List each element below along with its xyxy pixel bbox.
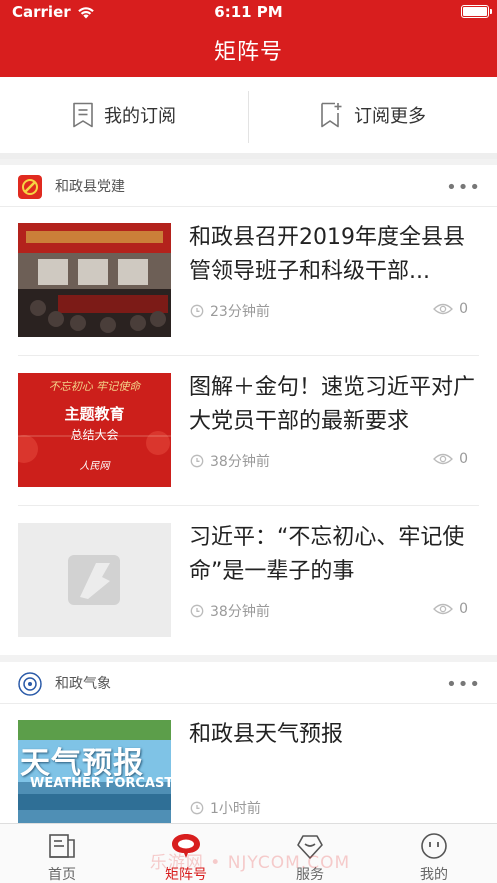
- tab-services[interactable]: 服务: [248, 824, 372, 883]
- section-more-button[interactable]: •••: [446, 177, 481, 198]
- article-meta: 1小时前: [190, 798, 478, 818]
- subscribe-more-button[interactable]: 订阅更多: [249, 77, 497, 153]
- article-time-text: 23分钟前: [210, 304, 270, 320]
- article-time-text: 38分钟前: [210, 454, 270, 470]
- subscribe-more-label: 订阅更多: [354, 106, 426, 127]
- article-meta: 38分钟前 0: [190, 451, 478, 471]
- article-item[interactable]: 天气预报 WEATHER FORCAST 和政县天气预报 1小时前: [0, 703, 497, 823]
- thumb-slogan: 不忘初心 牢记使命: [48, 380, 141, 393]
- tab-label: 首页: [48, 867, 76, 883]
- article-title: 图解＋金句！速览习近平对广大党员干部的最新要求: [189, 375, 476, 434]
- section-party-building: 和政县党建 ••• 和政县召开2019年度全县县管领导班子和科级干部... 23…: [0, 165, 497, 655]
- article-time-text: 1小时前: [210, 801, 261, 817]
- clock-icon: [190, 604, 204, 618]
- home-news-icon: [49, 834, 75, 858]
- article-item[interactable]: 不忘初心 牢记使命 主题教育 总结大会 人民网 图解＋金句！速览习近平对广大党员…: [0, 356, 497, 506]
- clock-icon: [190, 454, 204, 468]
- article-views-count: 0: [459, 601, 468, 617]
- section-name: 和政县党建: [55, 179, 125, 195]
- tab-label: 服务: [296, 867, 324, 883]
- article-meta: 38分钟前 0: [190, 601, 478, 621]
- battery-icon: [461, 5, 492, 18]
- tab-home[interactable]: 首页: [0, 824, 124, 883]
- article-thumbnail: 不忘初心 牢记使命 主题教育 总结大会 人民网: [18, 373, 171, 487]
- section-more-button[interactable]: •••: [446, 674, 481, 695]
- article-item[interactable]: 和政县召开2019年度全县县管领导班子和科级干部... 23分钟前 0: [0, 206, 497, 356]
- article-thumbnail: [18, 223, 171, 337]
- article-title: 和政县天气预报: [189, 722, 344, 747]
- article-item[interactable]: 习近平：“不忘初心、牢记使命”是一辈子的事 38分钟前 0: [0, 506, 497, 656]
- thumb-subtitle: 总结大会: [70, 428, 119, 442]
- eye-icon: [433, 453, 453, 465]
- article-title: 和政县召开2019年度全县县管领导班子和科级干部...: [189, 225, 465, 284]
- article-thumbnail-placeholder: [18, 523, 171, 637]
- weather-bureau-icon: [18, 672, 42, 696]
- my-subscriptions-label: 我的订阅: [104, 106, 176, 127]
- article-views: 0: [433, 451, 468, 467]
- article-views-count: 0: [459, 451, 468, 467]
- eye-icon: [433, 603, 453, 615]
- eye-icon: [433, 303, 453, 315]
- tab-bar: 首页 矩阵号 服务 我的: [0, 823, 497, 883]
- article-time-text: 38分钟前: [210, 604, 270, 620]
- article-views: 0: [433, 301, 468, 317]
- app-header: Carrier 6:11 PM 矩阵号: [0, 0, 497, 77]
- article-thumbnail: 天气预报 WEATHER FORCAST: [18, 720, 171, 823]
- tab-label: 我的: [420, 867, 448, 883]
- article-time: 38分钟前: [190, 601, 270, 621]
- matrix-icon: [172, 834, 200, 858]
- subscription-list-icon: [73, 102, 93, 128]
- tab-label: 矩阵号: [165, 867, 207, 883]
- party-emblem-icon: [18, 175, 42, 199]
- thumb-weather-subtitle: WEATHER FORCAST: [30, 776, 171, 791]
- subscription-bar: 我的订阅 订阅更多: [0, 77, 497, 159]
- clock-icon: [190, 801, 204, 815]
- clock-icon: [190, 304, 204, 318]
- article-time: 38分钟前: [190, 451, 270, 471]
- section-header: 和政气象 •••: [0, 662, 497, 704]
- article-time: 23分钟前: [190, 301, 270, 321]
- bookmark-add-icon: [321, 102, 342, 128]
- tab-mine[interactable]: 我的: [372, 824, 496, 883]
- tab-matrix[interactable]: 矩阵号: [124, 824, 248, 883]
- status-bar: Carrier 6:11 PM: [0, 0, 497, 24]
- article-meta: 23分钟前 0: [190, 301, 478, 321]
- section-header: 和政县党建 •••: [0, 165, 497, 207]
- thumb-theme: 主题教育: [64, 405, 125, 423]
- services-heart-icon: [297, 835, 323, 859]
- status-time: 6:11 PM: [214, 3, 283, 21]
- profile-face-icon: [421, 833, 447, 859]
- article-title: 习近平：“不忘初心、牢记使命”是一辈子的事: [189, 525, 465, 584]
- page-title: 矩阵号: [213, 40, 283, 65]
- article-time: 1小时前: [190, 798, 261, 818]
- thumb-brand: 人民网: [79, 461, 110, 472]
- section-name: 和政气象: [55, 676, 111, 692]
- article-views-count: 0: [459, 301, 468, 317]
- section-weather: 和政气象 ••• 天气预报 WEATHER FORCAST 和政县天气预报 1小…: [0, 662, 497, 823]
- article-views: 0: [433, 601, 468, 617]
- my-subscriptions-button[interactable]: 我的订阅: [0, 77, 248, 153]
